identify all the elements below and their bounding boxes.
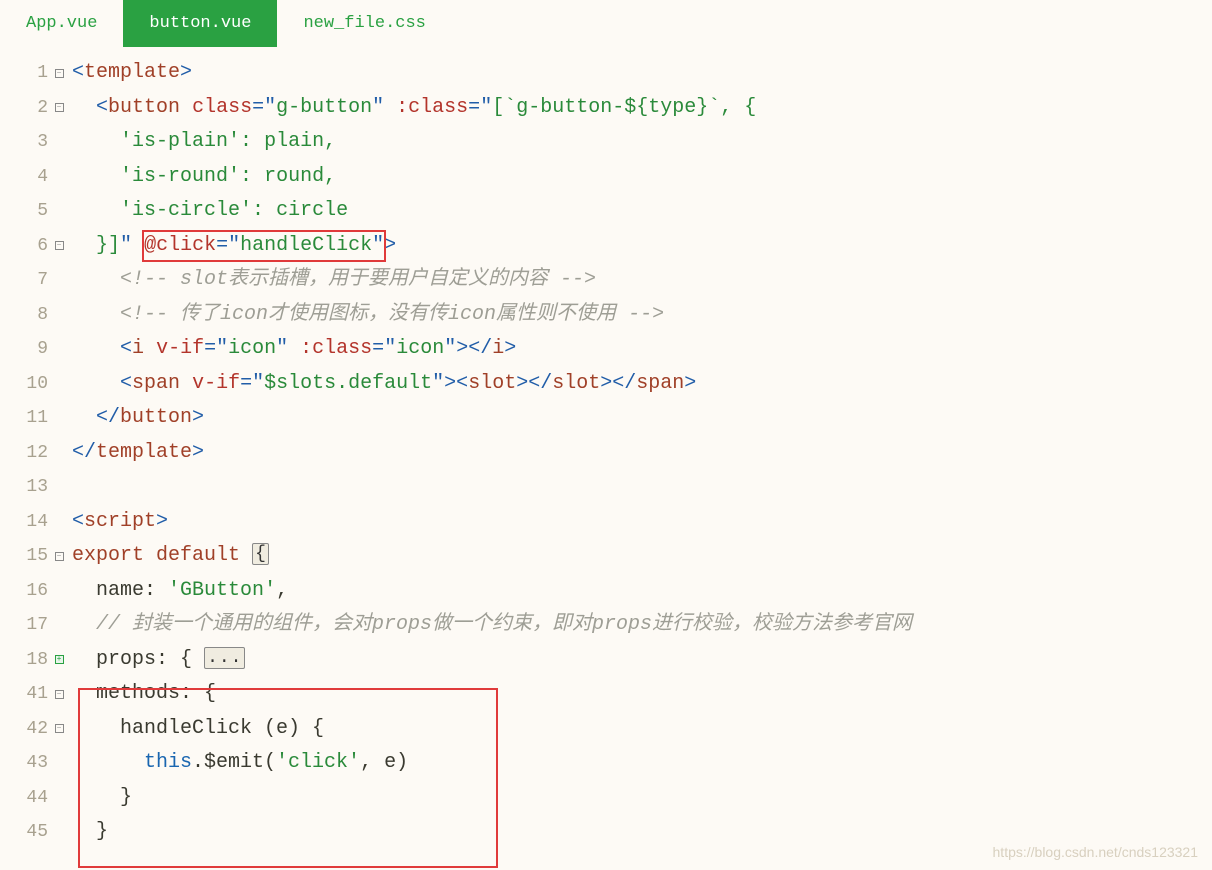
line-number: 3 bbox=[0, 125, 52, 160]
code-line: 13 bbox=[0, 470, 1212, 505]
line-number: 14 bbox=[0, 505, 52, 540]
code-line: 43 this.$emit('click', e) bbox=[0, 746, 1212, 781]
code-line: 15 − export default { bbox=[0, 539, 1212, 574]
code-line: 17 // 封装一个通用的组件，会对props做一个约束，即对props进行校验… bbox=[0, 608, 1212, 643]
code-line: 6 − }]" @click="handleClick"> bbox=[0, 229, 1212, 264]
line-number: 44 bbox=[0, 781, 52, 816]
code-line: 9 <i v-if="icon" :class="icon"></i> bbox=[0, 332, 1212, 367]
code-line: 12 </template> bbox=[0, 436, 1212, 471]
code-line: 8 <!-- 传了icon才使用图标，没有传icon属性则不使用 --> bbox=[0, 298, 1212, 333]
line-number: 8 bbox=[0, 298, 52, 333]
line-number: 4 bbox=[0, 160, 52, 195]
line-number: 15 bbox=[0, 539, 52, 574]
fold-icon[interactable]: − bbox=[52, 69, 66, 78]
fold-icon-collapsed[interactable]: + bbox=[52, 655, 66, 664]
code-line: 42 − handleClick (e) { bbox=[0, 712, 1212, 747]
line-number: 2 bbox=[0, 91, 52, 126]
code-line: 41 − methods: { bbox=[0, 677, 1212, 712]
fold-icon[interactable]: − bbox=[52, 552, 66, 561]
highlight-at-click: @click="handleClick" bbox=[144, 229, 384, 264]
watermark: https://blog.csdn.net/cnds123321 bbox=[993, 844, 1198, 860]
line-number: 16 bbox=[0, 574, 52, 609]
fold-icon[interactable]: − bbox=[52, 690, 66, 699]
code-editor[interactable]: 1 − <template> 2 − <button class="g-butt… bbox=[0, 48, 1212, 850]
tab-app-vue[interactable]: App.vue bbox=[0, 0, 123, 47]
code-line: 16 name: 'GButton', bbox=[0, 574, 1212, 609]
code-line: 3 'is-plain': plain, bbox=[0, 125, 1212, 160]
line-number: 42 bbox=[0, 712, 52, 747]
code-line: 7 <!-- slot表示插槽，用于要用户自定义的内容 --> bbox=[0, 263, 1212, 298]
line-number: 5 bbox=[0, 194, 52, 229]
brace-highlight-icon: { bbox=[252, 543, 269, 565]
code-line: 10 <span v-if="$slots.default"><slot></s… bbox=[0, 367, 1212, 402]
fold-icon[interactable]: − bbox=[52, 103, 66, 112]
fold-icon[interactable]: − bbox=[52, 724, 66, 733]
line-number: 1 bbox=[0, 56, 52, 91]
line-number: 6 bbox=[0, 229, 52, 264]
line-number: 9 bbox=[0, 332, 52, 367]
line-number: 17 bbox=[0, 608, 52, 643]
fold-icon[interactable]: − bbox=[52, 241, 66, 250]
tab-bar: App.vue button.vue new_file.css bbox=[0, 0, 1212, 48]
code-line: 14 <script> bbox=[0, 505, 1212, 540]
line-number: 11 bbox=[0, 401, 52, 436]
line-number: 10 bbox=[0, 367, 52, 402]
code-line: 4 'is-round': round, bbox=[0, 160, 1212, 195]
code-line: 11 </button> bbox=[0, 401, 1212, 436]
code-line: 1 − <template> bbox=[0, 56, 1212, 91]
line-number: 13 bbox=[0, 470, 52, 505]
line-number: 12 bbox=[0, 436, 52, 471]
code-line: 18 + props: { ... bbox=[0, 643, 1212, 678]
line-number: 45 bbox=[0, 815, 52, 850]
code-line: 2 − <button class="g-button" :class="[`g… bbox=[0, 91, 1212, 126]
line-number: 41 bbox=[0, 677, 52, 712]
tab-new-file-css[interactable]: new_file.css bbox=[277, 0, 451, 47]
line-number: 7 bbox=[0, 263, 52, 298]
line-number: 43 bbox=[0, 746, 52, 781]
code-line: 5 'is-circle': circle bbox=[0, 194, 1212, 229]
line-number: 18 bbox=[0, 643, 52, 678]
folded-region-icon[interactable]: ... bbox=[204, 647, 245, 669]
code-line: 44 } bbox=[0, 781, 1212, 816]
tab-button-vue[interactable]: button.vue bbox=[123, 0, 277, 47]
